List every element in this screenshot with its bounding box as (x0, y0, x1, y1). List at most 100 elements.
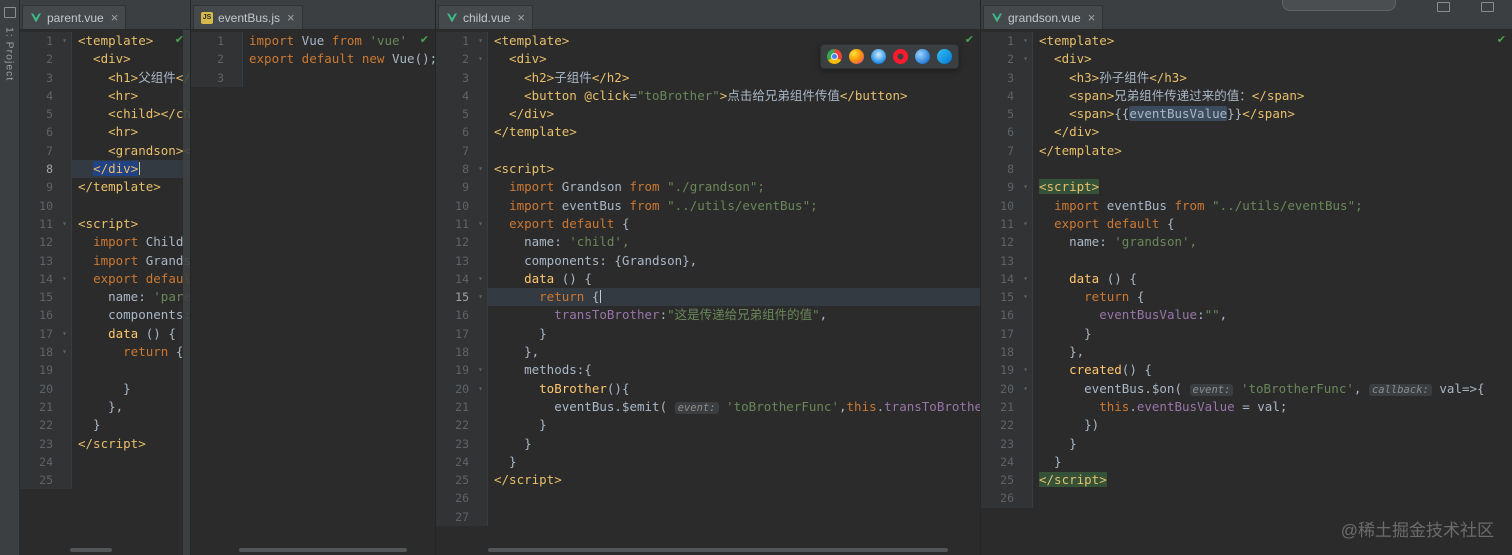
line-number[interactable]: 2 (20, 50, 58, 69)
code-line[interactable]: 2 export default new Vue(); (191, 50, 435, 69)
line-number[interactable]: 4 (981, 86, 1019, 106)
line-number[interactable]: 10 (981, 196, 1019, 215)
code-line[interactable]: 20 ▾ toBrother(){ (436, 379, 980, 398)
code-line[interactable]: 16 eventBusValue:"", (981, 306, 1512, 325)
code-editor-grandson[interactable]: 1 ▾ <template> 2 ▾ <div> 3 <h3>孙子组件</h3> 4 <sp… (981, 30, 1512, 555)
code-line[interactable]: 4 <hr> (20, 86, 190, 106)
fold-marker-icon[interactable]: ▾ (58, 324, 72, 344)
code-line[interactable]: 24 } (436, 452, 980, 472)
tab-child-vue[interactable]: child.vue × (438, 5, 533, 29)
code-line[interactable]: 12 name: 'child', (436, 233, 980, 252)
code-line[interactable]: 19 ▾ methods:{ (436, 361, 980, 380)
line-number[interactable]: 25 (981, 471, 1019, 490)
code-line[interactable]: 16 components: {Child, Grandson}, (20, 306, 190, 325)
code-line[interactable]: 17 } (436, 324, 980, 344)
firefox-icon[interactable] (849, 49, 864, 64)
line-number[interactable]: 19 (436, 361, 474, 380)
line-number[interactable]: 3 (436, 68, 474, 87)
code-line[interactable]: 27 (436, 507, 980, 527)
ie-icon[interactable] (915, 49, 930, 64)
line-number[interactable]: 24 (981, 452, 1019, 472)
inspection-ok-icon[interactable]: ✔ (965, 33, 974, 46)
line-number[interactable]: 25 (20, 471, 58, 490)
line-number[interactable]: 13 (436, 251, 474, 270)
fold-marker-icon[interactable]: ▾ (1019, 214, 1033, 234)
line-number[interactable]: 9 (981, 178, 1019, 197)
close-icon[interactable]: × (517, 11, 525, 24)
code-line[interactable]: 10 import eventBus from "../utils/eventB… (981, 196, 1512, 215)
fold-marker-icon[interactable]: ▾ (1019, 50, 1033, 69)
line-number[interactable]: 1 (436, 32, 474, 51)
horizontal-scrollbar[interactable] (70, 548, 112, 552)
code-editor-child[interactable]: 1 ▾ <template> 2 ▾ <div> 3 <h2>子组件</h2> 4 <but… (436, 30, 980, 555)
close-icon[interactable]: × (1088, 11, 1096, 24)
line-number[interactable]: 26 (981, 489, 1019, 508)
tab-grandson-vue[interactable]: grandson.vue × (983, 5, 1104, 29)
line-number[interactable]: 18 (981, 343, 1019, 362)
line-number[interactable]: 27 (436, 507, 474, 527)
code-line[interactable]: 23 </script> (20, 434, 190, 453)
line-number[interactable]: 7 (436, 141, 474, 161)
code-line[interactable]: 6 </template> (436, 123, 980, 142)
code-line[interactable]: 2 <div> (20, 50, 190, 69)
code-line[interactable]: 4 <span>兄弟组件传递过来的值：</span> (981, 86, 1512, 106)
line-number[interactable]: 4 (20, 86, 58, 106)
close-icon[interactable]: × (111, 11, 119, 24)
line-number[interactable]: 19 (981, 361, 1019, 380)
line-number[interactable]: 22 (981, 416, 1019, 435)
code-line[interactable]: 13 (981, 251, 1512, 270)
fold-marker-icon[interactable]: ▾ (58, 343, 72, 362)
code-line[interactable]: 4 <button @click="toBrother">点击给兄弟组件传值</… (436, 86, 980, 106)
line-number[interactable]: 20 (981, 379, 1019, 398)
fold-marker-icon[interactable]: ▾ (474, 32, 488, 51)
line-number[interactable]: 11 (981, 214, 1019, 234)
line-number[interactable]: 21 (20, 397, 58, 417)
fold-marker-icon[interactable]: ▾ (474, 160, 488, 179)
line-number[interactable]: 13 (981, 251, 1019, 270)
code-line[interactable]: 8 ▾ <script> (436, 160, 980, 179)
fold-marker-icon[interactable]: ▾ (1019, 361, 1033, 380)
line-number[interactable]: 12 (436, 233, 474, 252)
code-editor-parent[interactable]: 1▾<template>2 <div>3 <h1>父组件</h1>4 <hr>5… (20, 30, 190, 555)
line-number[interactable]: 5 (436, 105, 474, 124)
code-line[interactable]: 24 (20, 452, 190, 472)
line-number[interactable]: 1 (191, 32, 229, 51)
code-line[interactable]: 23 } (436, 434, 980, 453)
code-line[interactable]: 7 (436, 141, 980, 161)
code-line[interactable]: 10 (20, 196, 190, 215)
line-number[interactable]: 6 (436, 123, 474, 142)
fold-marker-icon[interactable]: ▾ (474, 269, 488, 289)
line-number[interactable]: 20 (20, 379, 58, 398)
line-number[interactable]: 15 (20, 288, 58, 307)
fold-marker-icon[interactable]: ▾ (58, 269, 72, 289)
code-line[interactable]: 23 } (981, 434, 1512, 453)
line-number[interactable]: 23 (981, 434, 1019, 453)
code-line[interactable]: 18 ▾ return { (20, 343, 190, 362)
line-number[interactable]: 24 (20, 452, 58, 472)
code-line[interactable]: 22 } (20, 416, 190, 435)
line-number[interactable]: 11 (436, 214, 474, 234)
line-number[interactable]: 17 (981, 324, 1019, 344)
code-line[interactable]: 20 ▾ eventBus.$on( event: 'toBrotherFunc'… (981, 379, 1512, 398)
line-number[interactable]: 16 (20, 306, 58, 325)
line-number[interactable]: 5 (20, 105, 58, 124)
horizontal-scrollbar[interactable] (239, 548, 407, 552)
line-number[interactable]: 1 (20, 32, 58, 51)
code-line[interactable]: 22 }) (981, 416, 1512, 435)
code-line[interactable]: 8 </div> (20, 160, 190, 179)
fold-marker-icon[interactable]: ▾ (58, 214, 72, 234)
code-line[interactable]: 5 </div> (436, 105, 980, 124)
line-number[interactable]: 8 (20, 160, 58, 179)
horizontal-scrollbar[interactable] (488, 548, 948, 552)
code-line[interactable]: 14▾ export default { (20, 269, 190, 289)
code-line[interactable]: 11 ▾ export default { (436, 214, 980, 234)
line-number[interactable]: 3 (191, 68, 229, 87)
code-line[interactable]: 25 </script> (981, 471, 1512, 490)
line-number[interactable]: 23 (20, 434, 58, 453)
fold-marker-icon[interactable]: ▾ (474, 50, 488, 69)
code-line[interactable]: 2 ▾ <div> (981, 50, 1512, 69)
code-line[interactable]: 19 (20, 361, 190, 380)
line-number[interactable]: 2 (981, 50, 1019, 69)
close-icon[interactable]: × (287, 11, 295, 24)
line-number[interactable]: 8 (981, 160, 1019, 179)
